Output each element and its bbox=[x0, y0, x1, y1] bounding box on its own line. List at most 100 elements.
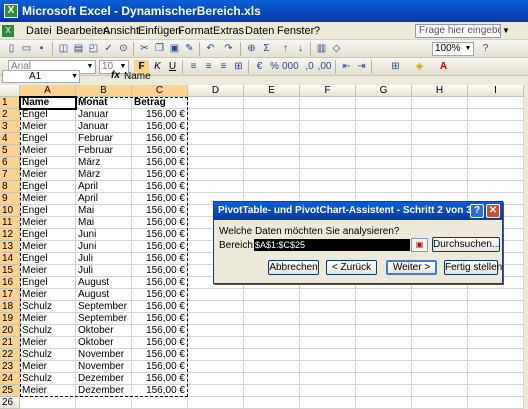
cell-f17[interactable] bbox=[300, 289, 356, 301]
redo-icon[interactable]: ↷ bbox=[221, 42, 236, 56]
cell-c9[interactable]: 156,00 € bbox=[132, 193, 188, 205]
row-header[interactable]: 26 bbox=[0, 397, 20, 409]
cell-d18[interactable] bbox=[188, 301, 244, 313]
cell-f7[interactable] bbox=[300, 169, 356, 181]
cell-h20[interactable] bbox=[412, 325, 468, 337]
paste-icon[interactable]: ▣ bbox=[167, 42, 182, 56]
cell-b21[interactable]: Oktober bbox=[76, 337, 132, 349]
print-preview-icon[interactable]: ◰ bbox=[86, 42, 101, 56]
cell-a20[interactable]: Schulz bbox=[20, 325, 76, 337]
cell-e1[interactable] bbox=[244, 97, 300, 109]
select-all-corner[interactable] bbox=[0, 85, 20, 97]
cell-a3[interactable]: Meier bbox=[20, 121, 76, 133]
cell-a15[interactable]: Meier bbox=[20, 265, 76, 277]
permission-icon[interactable]: ◫ bbox=[56, 42, 71, 56]
cell-d4[interactable] bbox=[188, 133, 244, 145]
menu-help[interactable]: ? bbox=[314, 25, 320, 37]
cell-c13[interactable]: 156,00 € bbox=[132, 241, 188, 253]
cell-c16[interactable]: 156,00 € bbox=[132, 277, 188, 289]
column-header-a[interactable]: A bbox=[20, 85, 76, 97]
cell-e4[interactable] bbox=[244, 133, 300, 145]
underline-icon[interactable]: U bbox=[165, 60, 180, 74]
borders-icon[interactable]: ⊞ bbox=[388, 60, 403, 74]
column-header-e[interactable]: E bbox=[244, 85, 300, 97]
cell-c21[interactable]: 156,00 € bbox=[132, 337, 188, 349]
cell-b14[interactable]: Juli bbox=[76, 253, 132, 265]
row-header[interactable]: 12 bbox=[0, 229, 20, 241]
help-icon[interactable]: ? bbox=[478, 42, 493, 56]
cell-a21[interactable]: Meier bbox=[20, 337, 76, 349]
cell-a18[interactable]: Schulz bbox=[20, 301, 76, 313]
cell-c10[interactable]: 156,00 € bbox=[132, 205, 188, 217]
cell-i1[interactable] bbox=[468, 97, 524, 109]
cell-g1[interactable] bbox=[356, 97, 412, 109]
cell-c22[interactable]: 156,00 € bbox=[132, 349, 188, 361]
row-header[interactable]: 13 bbox=[0, 241, 20, 253]
open-icon[interactable]: ▭ bbox=[19, 42, 34, 56]
cell-g21[interactable] bbox=[356, 337, 412, 349]
cell-b19[interactable]: September bbox=[76, 313, 132, 325]
cell-i25[interactable] bbox=[468, 385, 524, 397]
row-header[interactable]: 15 bbox=[0, 265, 20, 277]
cell-h19[interactable] bbox=[412, 313, 468, 325]
decrease-indent-icon[interactable]: ⇤ bbox=[339, 60, 354, 74]
cell-b15[interactable]: Juli bbox=[76, 265, 132, 277]
menu-daten[interactable]: Daten bbox=[245, 25, 274, 37]
cell-b1[interactable]: Monat bbox=[76, 97, 132, 109]
cell-a23[interactable]: Meier bbox=[20, 361, 76, 373]
row-header[interactable]: 11 bbox=[0, 217, 20, 229]
chevron-down-icon[interactable]: ▼ bbox=[501, 24, 511, 38]
cell-e25[interactable] bbox=[244, 385, 300, 397]
cell-c15[interactable]: 156,00 € bbox=[132, 265, 188, 277]
back-button[interactable]: < Zurück bbox=[326, 260, 377, 275]
row-header[interactable]: 25 bbox=[0, 385, 20, 397]
undo-icon[interactable]: ↶ bbox=[203, 42, 218, 56]
cell-g18[interactable] bbox=[356, 301, 412, 313]
cell-e20[interactable] bbox=[244, 325, 300, 337]
row-header[interactable]: 4 bbox=[0, 133, 20, 145]
cell-h22[interactable] bbox=[412, 349, 468, 361]
cell-g20[interactable] bbox=[356, 325, 412, 337]
cell-e23[interactable] bbox=[244, 361, 300, 373]
cell-b10[interactable]: Mai bbox=[76, 205, 132, 217]
format-painter-icon[interactable]: ✎ bbox=[182, 42, 197, 56]
cell-f26[interactable] bbox=[300, 397, 356, 409]
row-header[interactable]: 9 bbox=[0, 193, 20, 205]
cell-f1[interactable] bbox=[300, 97, 356, 109]
cell-a9[interactable]: Meier bbox=[20, 193, 76, 205]
cell-c5[interactable]: 156,00 € bbox=[132, 145, 188, 157]
cell-a26[interactable] bbox=[20, 397, 76, 409]
cell-f5[interactable] bbox=[300, 145, 356, 157]
cell-g3[interactable] bbox=[356, 121, 412, 133]
cell-b18[interactable]: September bbox=[76, 301, 132, 313]
cell-e18[interactable] bbox=[244, 301, 300, 313]
workbook-icon[interactable]: X bbox=[2, 25, 14, 37]
cell-a11[interactable]: Meier bbox=[20, 217, 76, 229]
percent-icon[interactable]: % bbox=[267, 60, 282, 74]
cell-g7[interactable] bbox=[356, 169, 412, 181]
cell-i23[interactable] bbox=[468, 361, 524, 373]
cell-b5[interactable]: Februar bbox=[76, 145, 132, 157]
row-header[interactable]: 24 bbox=[0, 373, 20, 385]
cell-d25[interactable] bbox=[188, 385, 244, 397]
cell-g25[interactable] bbox=[356, 385, 412, 397]
row-header[interactable]: 2 bbox=[0, 109, 20, 121]
cell-e26[interactable] bbox=[244, 397, 300, 409]
hyperlink-icon[interactable]: ⊕ bbox=[244, 42, 259, 56]
cell-e22[interactable] bbox=[244, 349, 300, 361]
dialog-help-button[interactable]: ? bbox=[470, 204, 484, 218]
cell-c11[interactable]: 156,00 € bbox=[132, 217, 188, 229]
cell-g26[interactable] bbox=[356, 397, 412, 409]
next-button[interactable]: Weiter > bbox=[386, 260, 437, 275]
row-header[interactable]: 3 bbox=[0, 121, 20, 133]
cell-d21[interactable] bbox=[188, 337, 244, 349]
cell-e21[interactable] bbox=[244, 337, 300, 349]
research-icon[interactable]: ⊙ bbox=[116, 42, 131, 56]
cell-d22[interactable] bbox=[188, 349, 244, 361]
cell-c18[interactable]: 156,00 € bbox=[132, 301, 188, 313]
column-header-h[interactable]: H bbox=[412, 85, 468, 97]
align-center-icon[interactable]: ≡ bbox=[201, 60, 216, 74]
align-left-icon[interactable]: ≡ bbox=[186, 60, 201, 74]
cell-h6[interactable] bbox=[412, 157, 468, 169]
cell-f22[interactable] bbox=[300, 349, 356, 361]
